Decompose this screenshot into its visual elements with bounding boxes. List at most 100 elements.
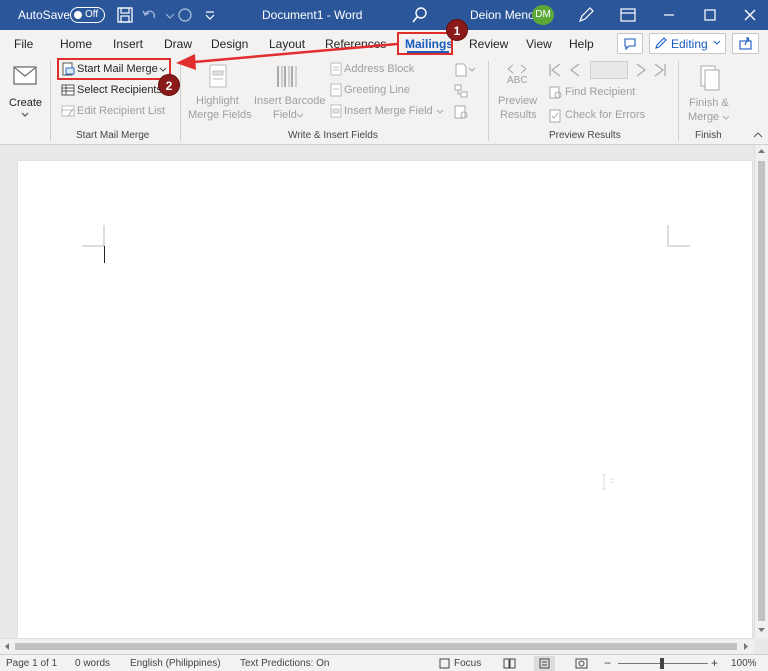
- zoom-out-icon[interactable]: −: [604, 656, 611, 670]
- pen-icon[interactable]: [576, 5, 596, 25]
- find-recipient-icon: [549, 86, 562, 99]
- text-cursor: [104, 246, 105, 263]
- document-area: [0, 145, 754, 641]
- create-label: Create: [9, 97, 43, 109]
- recipients-list-icon: [61, 84, 75, 96]
- preview-abc-label: ABC: [507, 75, 528, 86]
- ribbon-display-icon[interactable]: [618, 5, 638, 25]
- toggle-knob: [74, 11, 82, 19]
- chevron-down-icon: [21, 112, 29, 117]
- page-count[interactable]: Page 1 of 1: [6, 658, 57, 669]
- tab-file[interactable]: File: [14, 37, 33, 51]
- preview-arrows-icon: [507, 64, 527, 74]
- group-label-finish: Finish: [695, 130, 722, 141]
- chevron-down-icon: [296, 113, 304, 118]
- autosave-toggle[interactable]: Off: [70, 7, 105, 23]
- comments-button[interactable]: [617, 33, 643, 54]
- close-icon[interactable]: [740, 5, 760, 25]
- text-predictions-status[interactable]: Text Predictions: On: [240, 658, 329, 669]
- barcode-label-line2: Field: [273, 109, 297, 121]
- finish-label-line1: Finish &: [689, 97, 729, 109]
- greeting-line-button[interactable]: Greeting Line: [327, 81, 427, 99]
- next-record-icon[interactable]: [634, 62, 648, 78]
- match-fields-icon[interactable]: [453, 83, 469, 99]
- redo-icon[interactable]: [175, 5, 195, 25]
- rules-icon[interactable]: [453, 62, 477, 78]
- finish-label-line2: Merge: [688, 111, 720, 123]
- share-icon: [739, 37, 752, 50]
- preview-label-line2: Results: [500, 109, 537, 121]
- preview-label-line1: Preview: [498, 95, 538, 107]
- language-status[interactable]: English (Philippines): [130, 658, 221, 669]
- step-badge-1: 1: [446, 19, 468, 41]
- preview-results-button[interactable]: ABC Preview Results: [494, 63, 540, 125]
- title-bar: AutoSave Off Document1 - Word Deion Meno…: [0, 0, 768, 30]
- record-number-input[interactable]: [590, 61, 628, 79]
- save-icon[interactable]: [115, 5, 135, 25]
- avatar[interactable]: DM: [532, 5, 554, 25]
- share-button[interactable]: [732, 33, 759, 54]
- zoom-in-icon[interactable]: +: [711, 656, 718, 670]
- word-count[interactable]: 0 words: [75, 658, 110, 669]
- insert-merge-field-label: Insert Merge Field: [344, 105, 433, 117]
- create-button[interactable]: Create: [4, 61, 46, 121]
- check-for-errors-label: Check for Errors: [565, 109, 646, 121]
- undo-icon[interactable]: [140, 5, 160, 25]
- highlight-label-line2: Merge Fields: [188, 109, 252, 121]
- i-beam-cursor-icon: [602, 474, 614, 490]
- comment-icon: [624, 38, 636, 51]
- tab-home[interactable]: Home: [60, 37, 92, 51]
- envelope-icon: [13, 66, 37, 85]
- collapse-ribbon-icon[interactable]: [752, 130, 764, 140]
- tab-review[interactable]: Review: [469, 37, 508, 51]
- autosave-label: AutoSave: [18, 8, 71, 22]
- editing-mode-button[interactable]: Editing: [649, 33, 726, 54]
- finish-and-merge-button[interactable]: Finish & Merge: [684, 61, 734, 125]
- finish-merge-icon: [700, 65, 720, 91]
- select-recipients-label: Select Recipients: [77, 84, 162, 96]
- tab-help[interactable]: Help: [569, 37, 594, 51]
- insert-merge-field-button[interactable]: Insert Merge Field: [327, 102, 447, 120]
- group-separator: [488, 61, 489, 141]
- chevron-down-icon: [722, 115, 730, 120]
- scroll-down-icon[interactable]: [757, 625, 766, 634]
- search-icon[interactable]: [410, 5, 430, 25]
- focus-icon: [439, 658, 450, 669]
- scroll-left-icon[interactable]: [3, 642, 12, 651]
- document-title: Document1 - Word: [262, 8, 363, 22]
- focus-button[interactable]: Focus: [454, 658, 481, 669]
- print-layout-button[interactable]: [534, 656, 555, 671]
- minimize-icon[interactable]: [659, 5, 679, 25]
- print-layout-icon: [539, 658, 550, 669]
- vertical-scrollbar[interactable]: [754, 145, 768, 638]
- vertical-scroll-thumb[interactable]: [758, 161, 765, 621]
- last-record-icon[interactable]: [653, 62, 667, 78]
- read-mode-icon[interactable]: [503, 658, 516, 669]
- find-recipient-button[interactable]: Find Recipient: [547, 84, 657, 102]
- tab-view[interactable]: View: [526, 37, 552, 51]
- horizontal-scroll-thumb[interactable]: [15, 643, 737, 650]
- web-layout-icon[interactable]: [575, 658, 588, 669]
- edit-recipient-list-label: Edit Recipient List: [77, 105, 166, 117]
- edit-recipient-list-button[interactable]: Edit Recipient List: [59, 102, 171, 120]
- user-name: Deion Menor: [470, 8, 539, 22]
- scroll-right-icon[interactable]: [741, 642, 750, 651]
- scroll-up-icon[interactable]: [757, 147, 766, 156]
- barcode-label-line1: Insert Barcode: [254, 95, 326, 107]
- document-page[interactable]: [18, 161, 752, 641]
- update-labels-icon[interactable]: [453, 104, 469, 120]
- zoom-slider-thumb[interactable]: [660, 658, 664, 669]
- first-record-icon[interactable]: [548, 62, 562, 78]
- select-recipients-button[interactable]: Select Recipients: [59, 81, 171, 99]
- chevron-down-icon: [436, 109, 444, 114]
- customize-toolbar-icon[interactable]: [200, 5, 220, 25]
- check-for-errors-button[interactable]: Check for Errors: [547, 107, 657, 125]
- edit-list-icon: [61, 105, 75, 117]
- maximize-icon[interactable]: [700, 5, 720, 25]
- greeting-line-label: Greeting Line: [344, 84, 411, 96]
- horizontal-scrollbar[interactable]: [0, 638, 754, 654]
- zoom-slider[interactable]: [618, 658, 708, 669]
- tab-insert[interactable]: Insert: [113, 37, 143, 51]
- previous-record-icon[interactable]: [568, 62, 582, 78]
- zoom-level[interactable]: 100%: [731, 658, 757, 669]
